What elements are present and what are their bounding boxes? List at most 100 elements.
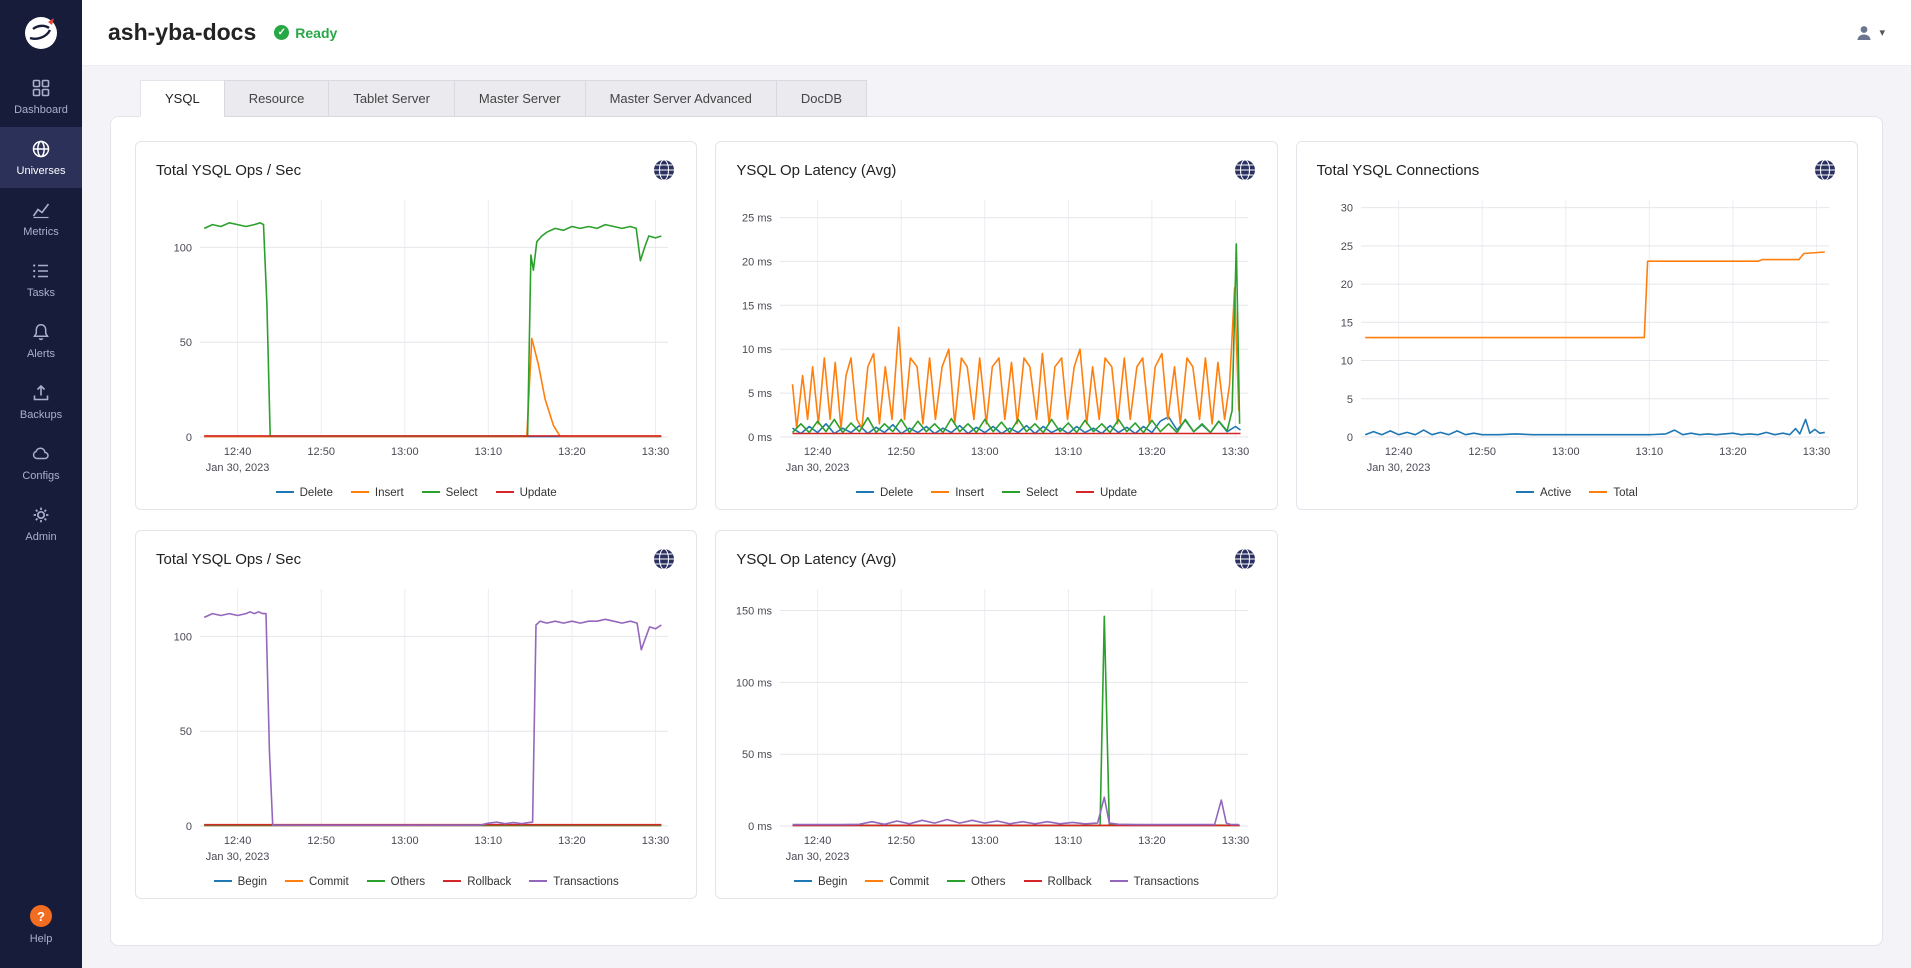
legend-item[interactable]: Others xyxy=(367,876,426,888)
metrics-icon xyxy=(31,200,51,220)
page-header: ash-yba-docs ✓ Ready ▾ xyxy=(82,0,1911,66)
chart-region-globe-icon[interactable] xyxy=(652,547,676,571)
legend-item[interactable]: Active xyxy=(1516,487,1571,499)
tab-master-server-advanced[interactable]: Master Server Advanced xyxy=(585,80,777,117)
sidebar-item-metrics[interactable]: Metrics xyxy=(0,188,82,249)
legend-item[interactable]: Rollback xyxy=(1024,876,1092,888)
svg-text:Jan 30, 2023: Jan 30, 2023 xyxy=(786,462,850,474)
main-area: ash-yba-docs ✓ Ready ▾ YSQL Resource Tab… xyxy=(82,0,1911,968)
svg-text:5: 5 xyxy=(1347,394,1353,406)
svg-text:0 ms: 0 ms xyxy=(748,432,772,444)
legend-item[interactable]: Update xyxy=(1076,487,1137,499)
legend-item[interactable]: Delete xyxy=(856,487,913,499)
legend-item[interactable]: Update xyxy=(496,487,557,499)
legend-item[interactable]: Rollback xyxy=(443,876,511,888)
legend-item[interactable]: Commit xyxy=(285,876,349,888)
chart-legend: Active Total xyxy=(1311,483,1843,501)
status-badge: ✓ Ready xyxy=(274,25,337,41)
svg-text:Jan 30, 2023: Jan 30, 2023 xyxy=(786,851,850,863)
configs-icon xyxy=(31,444,51,464)
svg-text:50: 50 xyxy=(180,337,192,349)
legend-item[interactable]: Commit xyxy=(865,876,929,888)
legend-item[interactable]: Select xyxy=(1002,487,1058,499)
legend-swatch xyxy=(794,880,812,882)
sidebar-item-tasks[interactable]: Tasks xyxy=(0,249,82,310)
legend-item[interactable]: Insert xyxy=(931,487,984,499)
legend-item[interactable]: Transactions xyxy=(529,876,618,888)
svg-text:12:50: 12:50 xyxy=(307,835,335,847)
svg-text:13:20: 13:20 xyxy=(1138,835,1166,847)
svg-text:100: 100 xyxy=(174,242,192,254)
legend-item[interactable]: Begin xyxy=(794,876,847,888)
chart-title: YSQL Op Latency (Avg) xyxy=(736,551,896,568)
sidebar-item-backups[interactable]: Backups xyxy=(0,371,82,432)
chart-region-globe-icon[interactable] xyxy=(652,158,676,182)
tab-ysql[interactable]: YSQL xyxy=(140,80,225,117)
legend-swatch xyxy=(367,880,385,882)
legend-item[interactable]: Transactions xyxy=(1110,876,1199,888)
chart-title: Total YSQL Ops / Sec xyxy=(156,551,301,568)
tab-resource[interactable]: Resource xyxy=(224,80,330,117)
tab-tablet-server[interactable]: Tablet Server xyxy=(328,80,455,117)
chart-card-ysql-connections: Total YSQL Connections 12:40Jan 30, 2023… xyxy=(1296,141,1858,510)
sidebar-item-universes[interactable]: Universes xyxy=(0,127,82,188)
universes-icon xyxy=(31,139,51,159)
svg-text:13:20: 13:20 xyxy=(558,835,586,847)
svg-text:0: 0 xyxy=(1347,432,1353,444)
svg-text:20: 20 xyxy=(1340,279,1352,291)
sidebar-item-label: Admin xyxy=(25,531,56,543)
backups-icon xyxy=(31,383,51,403)
user-menu-button[interactable]: ▾ xyxy=(1854,23,1885,43)
svg-text:10 ms: 10 ms xyxy=(742,344,772,356)
chart-title: YSQL Op Latency (Avg) xyxy=(736,162,896,179)
legend-item[interactable]: Others xyxy=(947,876,1006,888)
sidebar-item-admin[interactable]: Admin xyxy=(0,493,82,554)
chart-legend: Delete Insert Select Update xyxy=(150,483,682,501)
svg-text:Jan 30, 2023: Jan 30, 2023 xyxy=(206,462,270,474)
legend-swatch xyxy=(351,491,369,493)
legend-swatch xyxy=(1076,491,1094,493)
chart-plot: 12:40Jan 30, 202312:5013:0013:1013:2013:… xyxy=(730,188,1262,483)
svg-text:12:50: 12:50 xyxy=(1468,446,1496,458)
legend-swatch xyxy=(529,880,547,882)
chart-region-globe-icon[interactable] xyxy=(1233,547,1257,571)
tab-master-server[interactable]: Master Server xyxy=(454,80,586,117)
legend-swatch xyxy=(947,880,965,882)
sidebar-item-configs[interactable]: Configs xyxy=(0,432,82,493)
chart-card-ysql-transactions-ops: Total YSQL Ops / Sec 12:40Jan 30, 202312… xyxy=(135,530,697,899)
tab-docdb[interactable]: DocDB xyxy=(776,80,867,117)
legend-swatch xyxy=(214,880,232,882)
app-logo[interactable] xyxy=(0,0,82,66)
legend-item[interactable]: Begin xyxy=(214,876,267,888)
legend-item[interactable]: Select xyxy=(422,487,478,499)
sidebar-item-alerts[interactable]: Alerts xyxy=(0,310,82,371)
svg-text:12:50: 12:50 xyxy=(307,446,335,458)
svg-text:13:10: 13:10 xyxy=(1055,446,1083,458)
svg-text:13:30: 13:30 xyxy=(642,835,670,847)
sidebar-item-help[interactable]: ? Help xyxy=(0,893,82,956)
legend-item[interactable]: Delete xyxy=(276,487,333,499)
chart-region-globe-icon[interactable] xyxy=(1813,158,1837,182)
svg-text:25: 25 xyxy=(1340,241,1352,253)
content-area: YSQL Resource Tablet Server Master Serve… xyxy=(82,66,1911,946)
legend-swatch xyxy=(1516,491,1534,493)
sidebar-item-label: Tasks xyxy=(27,287,55,299)
status-label: Ready xyxy=(295,25,337,41)
svg-text:13:10: 13:10 xyxy=(475,446,503,458)
svg-text:13:10: 13:10 xyxy=(475,835,503,847)
svg-text:13:10: 13:10 xyxy=(1055,835,1083,847)
svg-text:13:30: 13:30 xyxy=(1222,446,1250,458)
legend-item[interactable]: Insert xyxy=(351,487,404,499)
legend-swatch xyxy=(422,491,440,493)
svg-text:13:00: 13:00 xyxy=(971,446,999,458)
tasks-icon xyxy=(31,261,51,281)
metrics-panel: Total YSQL Ops / Sec 12:40Jan 30, 202312… xyxy=(110,116,1883,946)
svg-text:50 ms: 50 ms xyxy=(742,749,772,761)
legend-item[interactable]: Total xyxy=(1589,487,1637,499)
check-icon: ✓ xyxy=(274,25,289,40)
chart-region-globe-icon[interactable] xyxy=(1233,158,1257,182)
sidebar-item-dashboard[interactable]: Dashboard xyxy=(0,66,82,127)
svg-text:100 ms: 100 ms xyxy=(736,677,773,689)
svg-text:10: 10 xyxy=(1340,356,1352,368)
yugabyte-logo-icon xyxy=(20,12,62,54)
